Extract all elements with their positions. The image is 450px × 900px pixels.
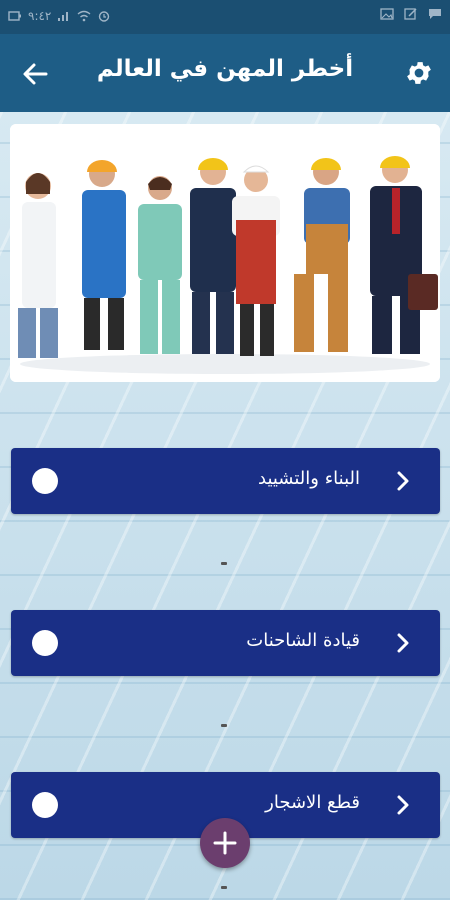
radio-dot-icon — [32, 792, 58, 818]
status-time: ٩:٤٢ — [28, 9, 52, 23]
status-left-group: ٩:٤٢ — [8, 9, 111, 23]
status-bar: ٩:٤٢ — [0, 0, 450, 34]
app-bar: أخطر المهن في العالم — [0, 34, 450, 112]
signal-icon — [58, 12, 69, 21]
hero-image — [10, 124, 440, 382]
page-title: أخطر المهن في العالم — [96, 56, 354, 82]
content-area: البناء والتشييد قيادة الشاحنات قطع الاشج… — [0, 112, 450, 900]
gear-icon[interactable] — [404, 58, 434, 88]
list-item-label: قطع الاشجار — [265, 792, 360, 813]
separator-mark — [221, 562, 227, 565]
separator-mark — [221, 724, 227, 727]
plus-icon — [213, 831, 237, 855]
image-icon — [380, 8, 394, 20]
edit-icon — [404, 8, 417, 20]
chevron-right-icon — [397, 795, 409, 815]
list-item-label: البناء والتشييد — [258, 468, 360, 489]
battery-icon — [8, 11, 21, 21]
status-right-group — [380, 8, 442, 20]
chevron-right-icon — [397, 633, 409, 653]
list-item-label: قيادة الشاحنات — [246, 630, 360, 651]
radio-dot-icon — [32, 468, 58, 494]
wifi-icon — [77, 10, 91, 22]
separator-mark — [221, 886, 227, 889]
chat-icon — [429, 9, 441, 19]
alarm-icon — [99, 11, 110, 22]
workers-illustration — [10, 124, 440, 382]
chevron-right-icon — [397, 471, 409, 491]
list-item-truck-driving[interactable]: قيادة الشاحنات — [11, 610, 440, 676]
add-button[interactable] — [200, 818, 250, 868]
list-item-construction[interactable]: البناء والتشييد — [11, 448, 440, 514]
radio-dot-icon — [32, 630, 58, 656]
